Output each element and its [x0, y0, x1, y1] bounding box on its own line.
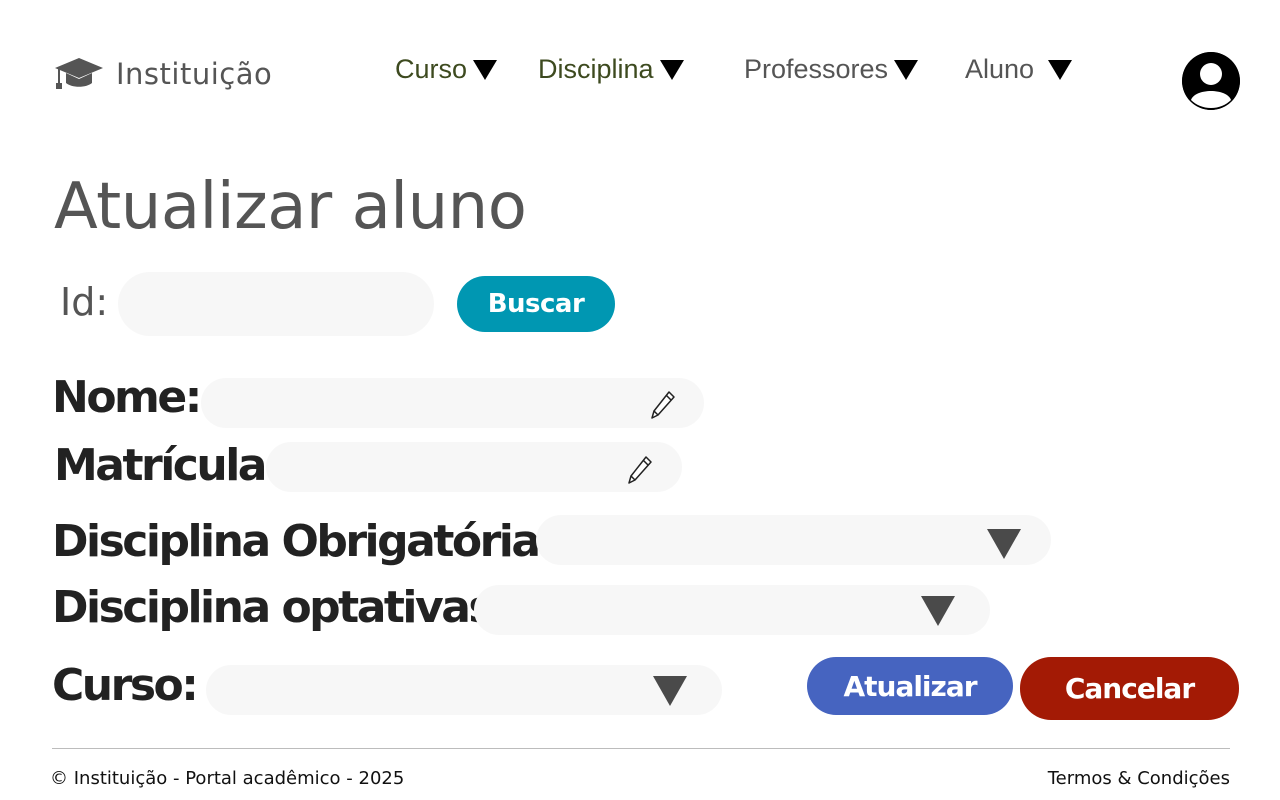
caret-down-icon — [473, 59, 498, 80]
caret-down-icon — [1048, 59, 1073, 80]
cancel-button[interactable]: Cancelar — [1020, 657, 1239, 720]
nav-item-disciplina[interactable]: Disciplina — [538, 54, 684, 85]
curso-label: Curso: — [52, 660, 199, 711]
dropdown-caret-icon[interactable] — [653, 676, 687, 706]
disciplinas-obrigatorias-label: Disciplina Obrigatórias: — [52, 516, 580, 567]
dropdown-caret-icon[interactable] — [921, 596, 955, 626]
nav-item-label: Disciplina — [538, 54, 654, 84]
dropdown-caret-icon[interactable] — [987, 529, 1021, 559]
id-label: Id: — [60, 280, 109, 324]
caret-down-icon — [659, 59, 684, 80]
footer-copyright: © Instituição - Portal acadêmico - 2025 — [50, 768, 405, 789]
nav-item-curso[interactable]: Curso — [395, 54, 498, 85]
disciplinas-optativas-label: Disciplina optativas: — [52, 582, 510, 633]
nav-item-label: Curso — [395, 54, 468, 84]
disciplinas-obrigatorias-select[interactable] — [536, 515, 1051, 565]
caret-down-icon — [894, 59, 919, 80]
pencil-icon[interactable] — [650, 390, 676, 425]
nome-field[interactable] — [201, 378, 704, 428]
update-button[interactable]: Atualizar — [807, 657, 1013, 715]
nav-item-label: Professores — [744, 54, 889, 84]
nome-label: Nome: — [52, 372, 202, 423]
pencil-icon[interactable] — [627, 455, 653, 490]
user-avatar-icon[interactable] — [1182, 52, 1240, 110]
brand[interactable]: Instituição — [54, 56, 272, 92]
search-button[interactable]: Buscar — [457, 276, 615, 332]
brand-name: Instituição — [116, 57, 273, 91]
matricula-field[interactable] — [266, 442, 682, 492]
nav-item-aluno[interactable]: Aluno — [965, 54, 1073, 85]
disciplinas-optativas-select[interactable] — [474, 585, 990, 635]
matricula-label: Matrícula: — [54, 440, 283, 491]
graduation-cap-icon — [54, 56, 104, 92]
curso-select[interactable] — [206, 665, 722, 715]
footer-divider — [52, 748, 1230, 749]
id-input[interactable] — [118, 272, 434, 336]
nav-item-label: Aluno — [965, 54, 1035, 84]
page-title: Atualizar aluno — [54, 170, 527, 244]
nav-item-professores[interactable]: Professores — [744, 54, 919, 85]
terms-link[interactable]: Termos & Condições — [1048, 768, 1230, 789]
